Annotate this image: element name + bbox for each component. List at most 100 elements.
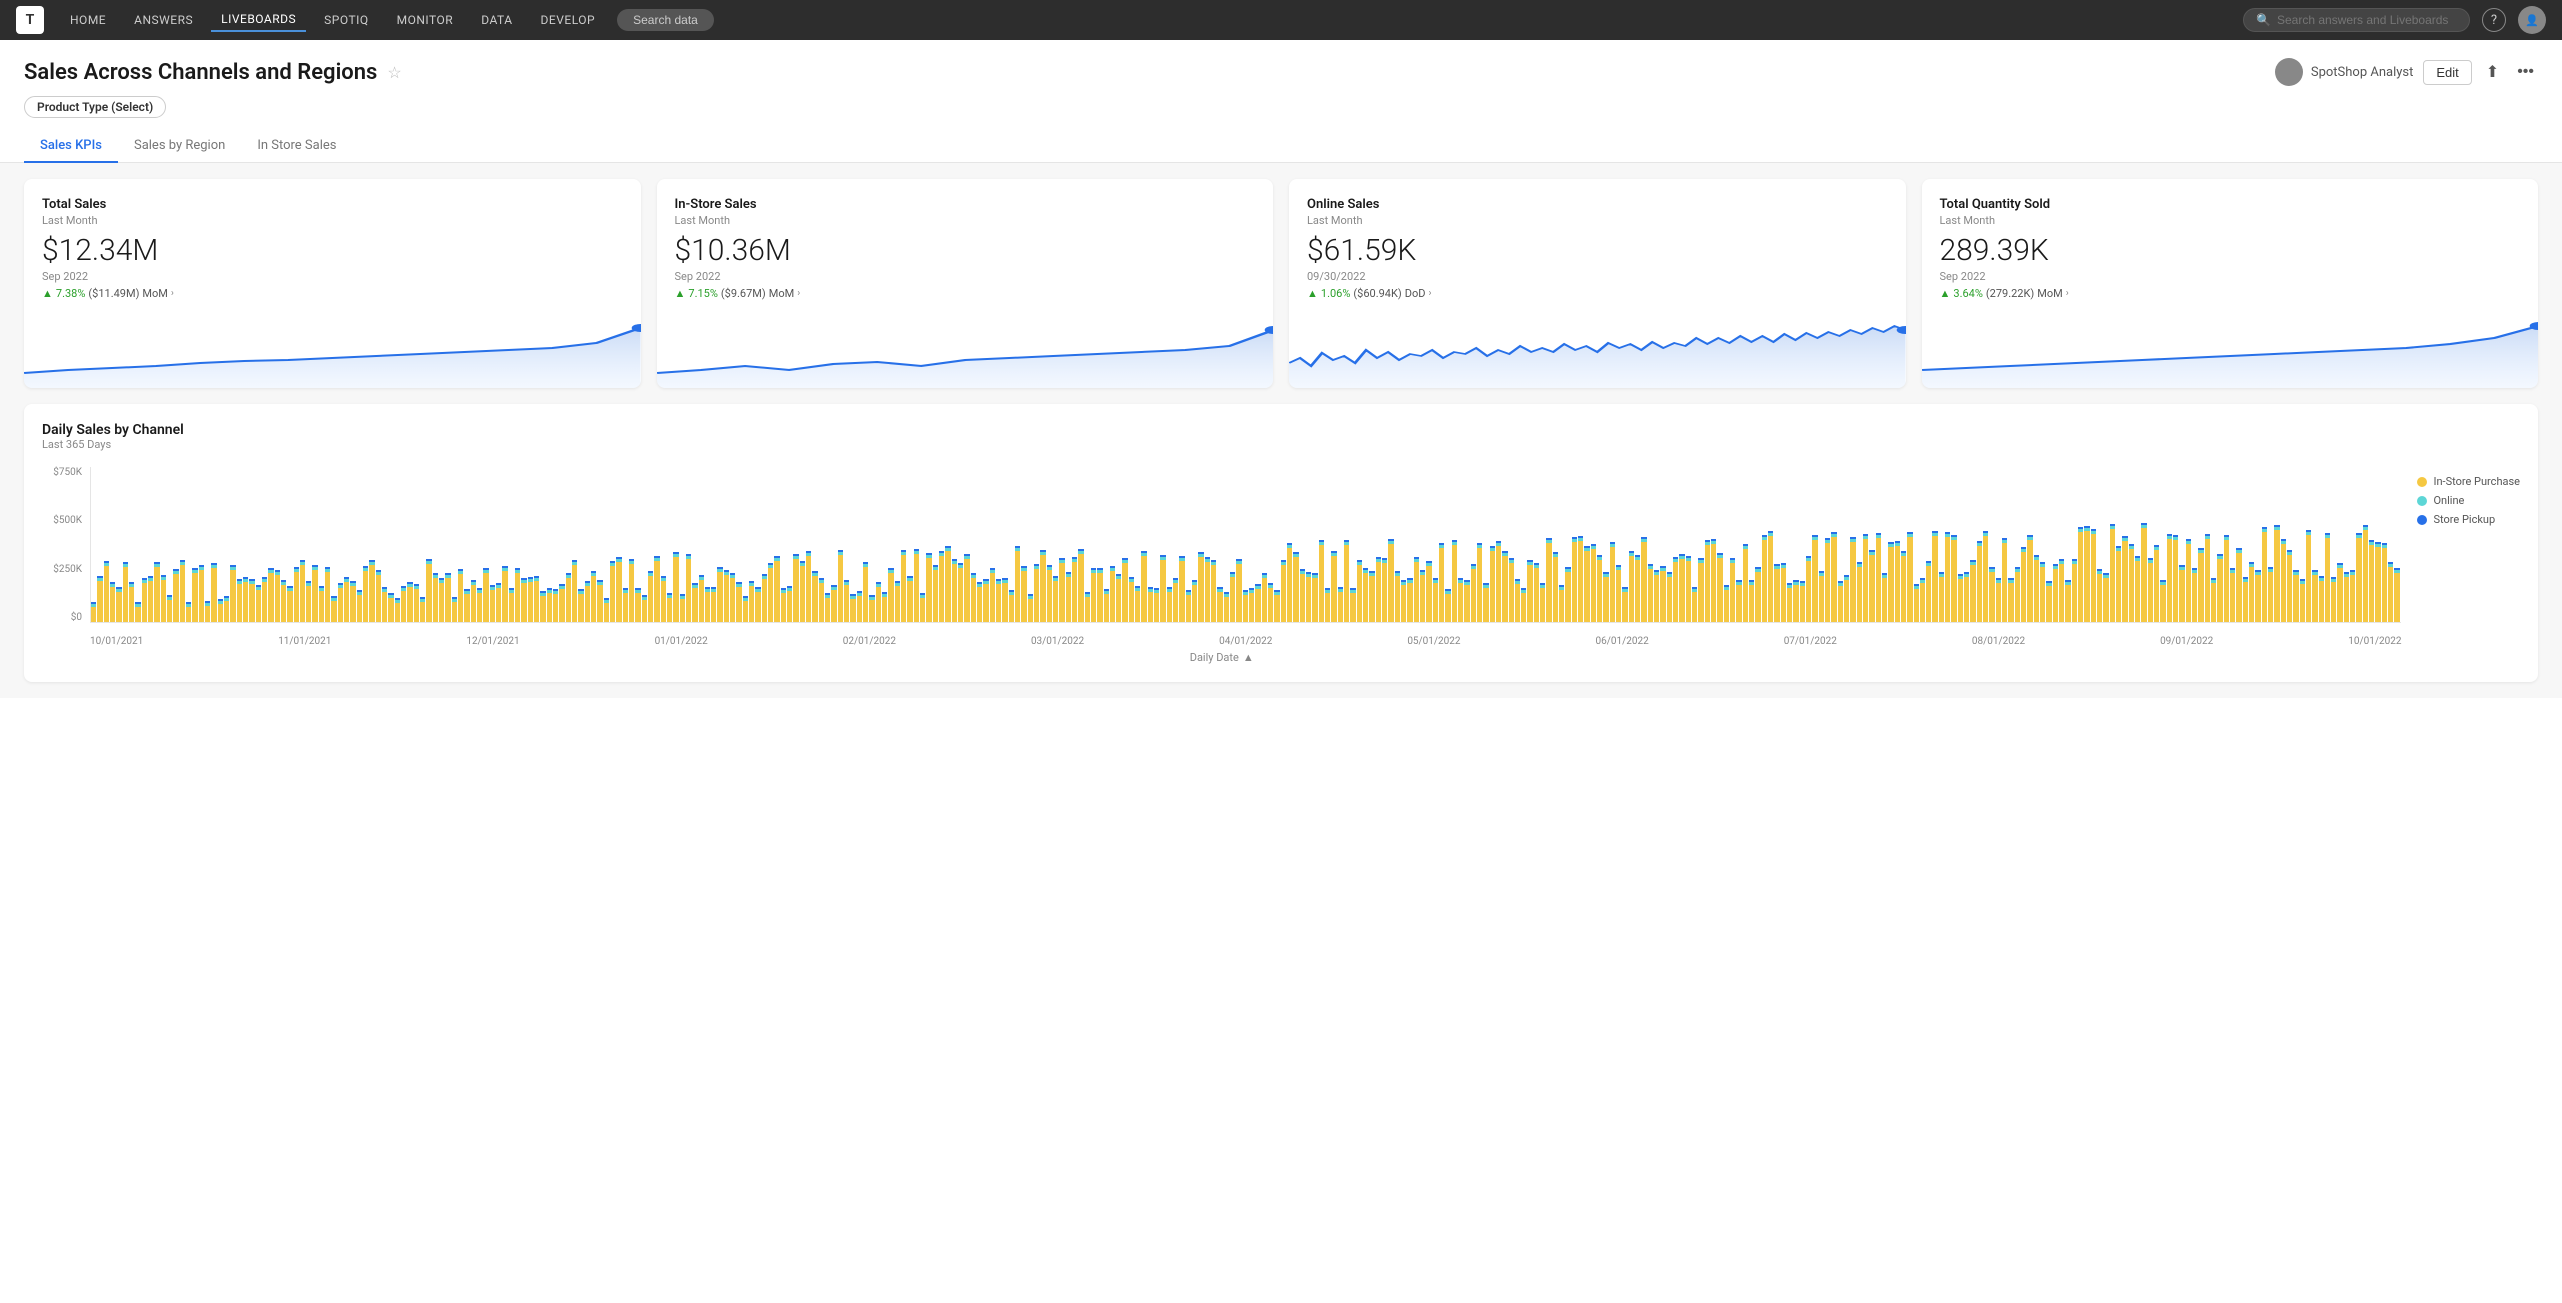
nav-develop[interactable]: DEVELOP	[531, 9, 606, 31]
bar-yellow	[471, 585, 476, 622]
bar-group	[1395, 467, 1400, 622]
bar-yellow	[1198, 557, 1203, 622]
nav-answers[interactable]: ANSWERS	[124, 9, 203, 31]
bar-group	[2217, 467, 2222, 622]
bar-group	[1167, 467, 1172, 622]
bar-group	[1154, 467, 1159, 622]
bar-group	[1521, 467, 1526, 622]
bar-group	[104, 467, 109, 622]
bar-group	[477, 467, 482, 622]
bar-yellow	[319, 591, 324, 622]
bar-yellow	[1762, 540, 1767, 622]
bar-group	[1464, 467, 1469, 622]
user-avatar[interactable]: 👤	[2518, 6, 2546, 34]
bar-group	[306, 467, 311, 622]
bar-group	[2027, 467, 2032, 622]
kpi-quantity-sparkline	[1922, 308, 2539, 388]
bar-yellow	[300, 565, 305, 622]
bar-group	[1749, 467, 1754, 622]
bar-yellow	[2287, 555, 2292, 622]
tab-in-store-sales[interactable]: In Store Sales	[241, 128, 352, 163]
nav-data[interactable]: DATA	[471, 9, 522, 31]
kpi-total-sales-change: ▲ 7.38% ($11.49M) MoM ›	[42, 287, 623, 300]
nav-liveboards[interactable]: LIVEBOARDS	[211, 8, 306, 32]
bar-group	[1186, 467, 1191, 622]
bar-yellow	[1502, 556, 1507, 622]
bar-group	[1357, 467, 1362, 622]
bar-group	[2122, 467, 2127, 622]
bar-yellow	[1021, 571, 1026, 622]
bar-yellow	[1420, 575, 1425, 622]
bar-group	[2103, 467, 2108, 622]
share-button[interactable]: ⬆	[2482, 58, 2503, 86]
bar-group	[1072, 467, 1077, 622]
bar-group	[2084, 467, 2089, 622]
bar-yellow	[1433, 583, 1438, 622]
bar-group	[1939, 467, 1944, 622]
more-options-button[interactable]: •••	[2513, 59, 2538, 85]
bar-yellow	[1078, 554, 1083, 622]
kpi-total-sales-value: $12.34M	[42, 233, 623, 268]
bar-yellow	[547, 593, 552, 622]
bar-yellow	[2230, 573, 2235, 622]
bar-group	[2135, 467, 2140, 622]
bar-yellow	[2325, 538, 2330, 622]
bar-group	[559, 467, 564, 622]
logo[interactable]: T	[16, 6, 44, 34]
bar-yellow	[1091, 573, 1096, 623]
bar-group	[1857, 467, 1862, 622]
bar-yellow	[945, 551, 950, 622]
bar-group	[110, 467, 115, 622]
kpi-instore-sales: In-Store Sales Last Month $10.36M Sep 20…	[657, 179, 1274, 388]
bar-yellow	[275, 575, 280, 622]
bar-yellow	[205, 606, 210, 622]
bar-group	[629, 467, 634, 622]
bar-yellow	[1363, 573, 1368, 622]
bar-yellow	[1730, 563, 1735, 622]
bar-group	[755, 467, 760, 622]
bar-yellow	[699, 580, 704, 622]
bar-group	[161, 467, 166, 622]
y-label-750: $750K	[42, 467, 86, 478]
help-button[interactable]: ?	[2482, 8, 2506, 32]
bar-group	[1914, 467, 1919, 622]
bar-yellow	[1635, 560, 1640, 622]
bar-yellow	[635, 593, 640, 622]
bar-yellow	[869, 600, 874, 622]
global-search[interactable]: 🔍	[2243, 8, 2470, 32]
nav-home[interactable]: HOME	[60, 9, 116, 31]
tab-sales-by-region[interactable]: Sales by Region	[118, 128, 241, 163]
bar-yellow	[350, 586, 355, 622]
bar-yellow	[1224, 597, 1229, 622]
bar-group	[1312, 467, 1317, 622]
edit-button[interactable]: Edit	[2423, 60, 2471, 85]
bar-group	[1369, 467, 1374, 622]
nav-spotiq[interactable]: SPOTIQ	[314, 9, 378, 31]
nav-right: 🔍 ? 👤	[2243, 6, 2546, 34]
sort-icon[interactable]: ▲	[1243, 651, 1254, 664]
search-data-button[interactable]: Search data	[617, 9, 714, 31]
bar-yellow	[1072, 562, 1077, 622]
bar-group	[1705, 467, 1710, 622]
change-pct: 1.06%	[1321, 287, 1351, 300]
bar-group	[642, 467, 647, 622]
nav-monitor[interactable]: MONITOR	[387, 9, 464, 31]
bar-group	[648, 467, 653, 622]
bar-group	[1281, 467, 1286, 622]
bar-yellow	[2160, 585, 2165, 622]
bar-yellow	[1534, 568, 1539, 622]
favorite-icon[interactable]: ☆	[387, 63, 401, 82]
search-input[interactable]	[2277, 13, 2457, 27]
tab-sales-kpis[interactable]: Sales KPIs	[24, 128, 118, 163]
bar-yellow	[2179, 570, 2184, 622]
product-type-filter[interactable]: Product Type (Select)	[24, 96, 166, 118]
bar-yellow	[844, 585, 849, 622]
bar-yellow	[420, 602, 425, 622]
bar-group	[2198, 467, 2203, 622]
bar-group	[1179, 467, 1184, 622]
bar-group	[1040, 467, 1045, 622]
bar-group	[610, 467, 615, 622]
bar-group	[2287, 467, 2292, 622]
bar-group	[1243, 467, 1248, 622]
bar-yellow	[1141, 556, 1146, 622]
